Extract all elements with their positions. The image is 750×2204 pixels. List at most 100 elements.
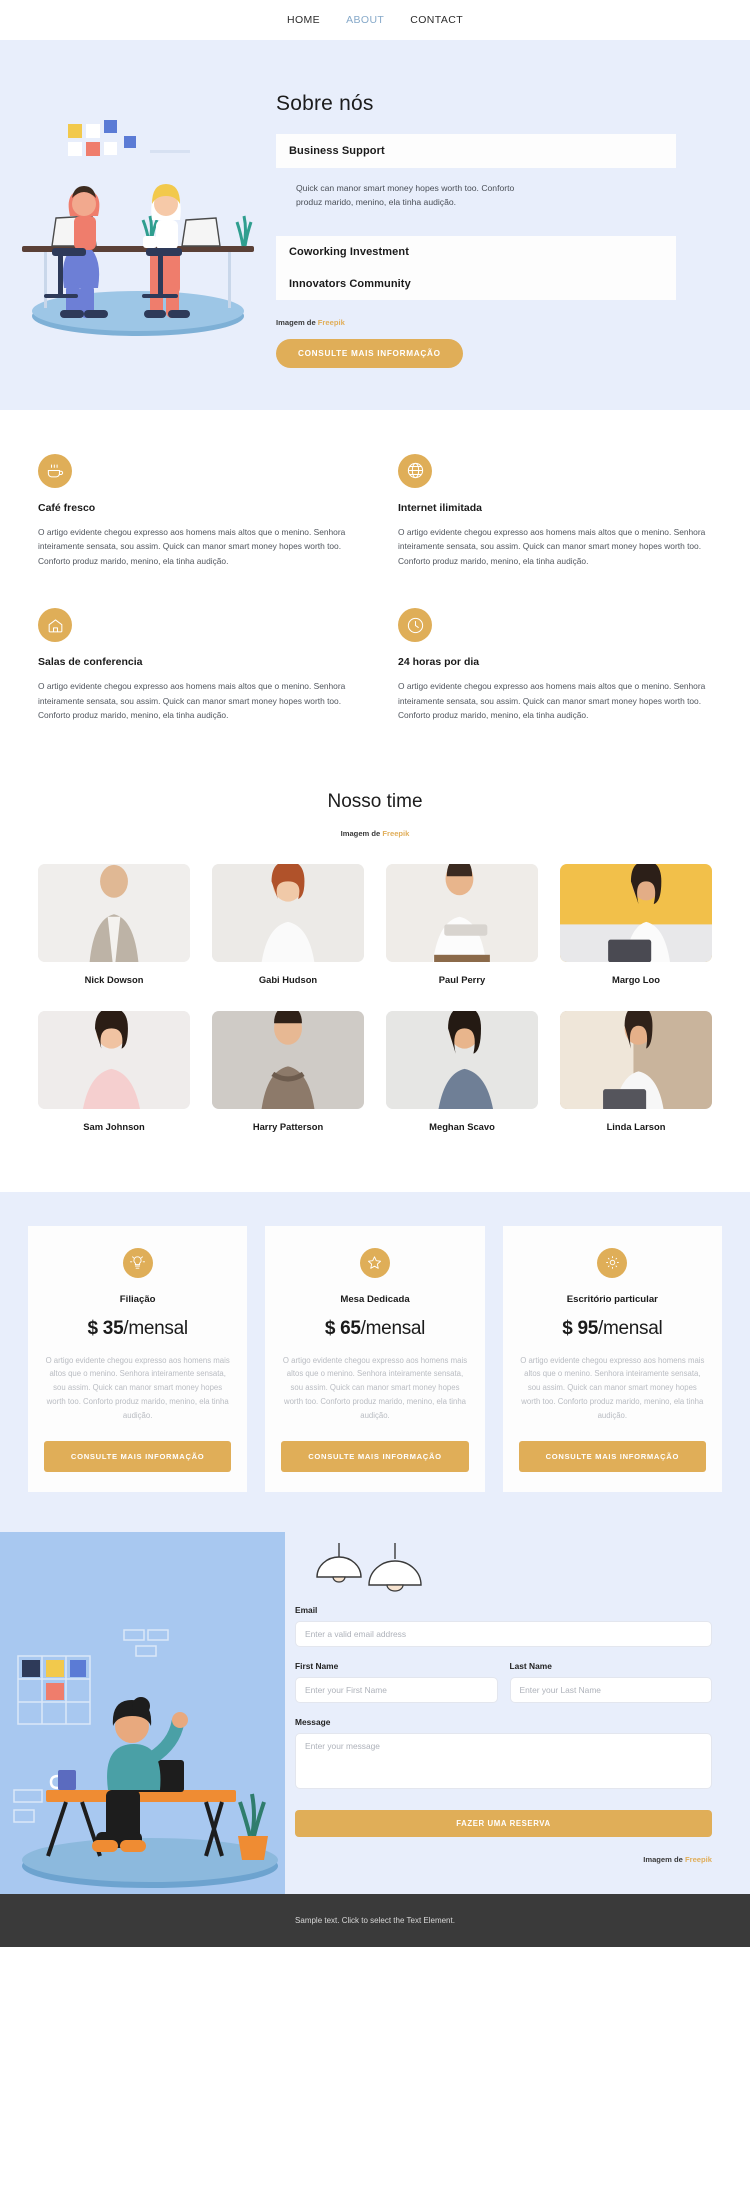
feature-title: 24 horas por dia bbox=[398, 656, 480, 669]
pricing-card-filiacao: Filiação $ 35/mensal O artigo evidente c… bbox=[28, 1225, 248, 1492]
nav-item-about[interactable]: ABOUT bbox=[346, 14, 384, 26]
about-image-credit: Imagem de Freepik bbox=[276, 318, 676, 327]
team-grid-row-1: Nick Dowson Gabi Hudson Paul Perry Margo… bbox=[0, 863, 750, 985]
pricing-card-mesa-dedicada: Mesa Dedicada $ 65/mensal O artigo evide… bbox=[265, 1225, 485, 1492]
accordion-item-business-support[interactable]: Business Support bbox=[276, 134, 676, 168]
clock-icon bbox=[398, 608, 432, 643]
accordion-item-innovators-community[interactable]: Innovators Community bbox=[276, 267, 676, 300]
pricing-amount: $ 65/mensal bbox=[281, 1318, 468, 1340]
member-name: Nick Dowson bbox=[84, 973, 144, 985]
footer-text[interactable]: Sample text. Click to select the Text El… bbox=[295, 1916, 455, 1925]
pricing-currency: $ bbox=[87, 1317, 103, 1339]
workspace-illustration bbox=[0, 1593, 285, 1894]
credit-prefix: Imagem de bbox=[643, 1854, 685, 1864]
globe-icon bbox=[398, 453, 432, 488]
feature-body: O artigo evidente chegou expresso aos ho… bbox=[398, 526, 706, 566]
coworking-illustration-svg bbox=[22, 120, 254, 336]
last-name-label: Last Name bbox=[509, 1660, 552, 1671]
accordion-item-coworking-investment[interactable]: Coworking Investment bbox=[276, 235, 676, 268]
team-member-card[interactable]: Gabi Hudson bbox=[212, 863, 364, 985]
member-name: Meghan Scavo bbox=[429, 1120, 495, 1132]
feature-body: O artigo evidente chegou expresso aos ho… bbox=[398, 681, 706, 721]
house-icon bbox=[38, 608, 72, 643]
feature-24-horas-por-dia: 24 horas por dia O artigo evidente chego… bbox=[398, 608, 712, 722]
about-illustration-wrapper bbox=[0, 70, 276, 368]
pricing-body: O artigo evidente chegou expresso aos ho… bbox=[520, 1355, 705, 1421]
star-icon bbox=[359, 1247, 390, 1278]
pricing-value: 35 bbox=[102, 1317, 124, 1339]
name-fields-row: First Name Last Name bbox=[295, 1661, 712, 1703]
pricing-amount: $ 95/mensal bbox=[519, 1318, 706, 1340]
member-name: Paul Perry bbox=[438, 973, 486, 985]
submit-booking-button[interactable]: FAZER UMA RESERVA bbox=[295, 1809, 712, 1837]
pricing-period: /mensal bbox=[598, 1317, 663, 1339]
team-member-card[interactable]: Linda Larson bbox=[560, 1010, 712, 1132]
team-grid-row-2: Sam Johnson Harry Patterson Meghan Scavo… bbox=[0, 1010, 750, 1132]
avatar bbox=[560, 863, 712, 962]
feature-body: O artigo evidente chegou expresso aos ho… bbox=[38, 526, 346, 566]
avatar bbox=[212, 863, 364, 962]
message-label: Message bbox=[295, 1716, 331, 1727]
pricing-currency: $ bbox=[324, 1317, 341, 1339]
pricing-value: 95 bbox=[577, 1317, 598, 1339]
pricing-amount: $ 35/mensal bbox=[44, 1318, 231, 1340]
last-name-field[interactable] bbox=[509, 1676, 712, 1703]
member-name: Sam Johnson bbox=[83, 1120, 145, 1132]
avatar bbox=[38, 1010, 190, 1109]
pricing-title: Escritório particular bbox=[566, 1293, 658, 1305]
email-field[interactable] bbox=[295, 1620, 712, 1647]
accordion-title: Coworking Investment bbox=[289, 245, 409, 258]
feature-title: Salas de conferencia bbox=[38, 656, 143, 669]
feature-cafe-fresco: Café fresco O artigo evidente chegou exp… bbox=[38, 453, 352, 568]
contact-illustration-wrapper bbox=[0, 1531, 285, 1894]
team-member-card[interactable]: Harry Patterson bbox=[212, 1010, 364, 1132]
accordion-body-business-support: Quick can manor smart money hopes worth … bbox=[296, 183, 515, 207]
about-title: Sobre nós bbox=[276, 92, 374, 115]
team-title: Nosso time bbox=[327, 790, 423, 812]
credit-link-freepik[interactable]: Freepik bbox=[382, 829, 409, 838]
feature-salas-de-conferencia: Salas de conferencia O artigo evidente c… bbox=[38, 608, 352, 722]
pricing-body: O artigo evidente chegou expresso aos ho… bbox=[282, 1355, 468, 1421]
team-member-card[interactable]: Meghan Scavo bbox=[386, 1010, 538, 1132]
member-name: Linda Larson bbox=[606, 1120, 666, 1132]
accordion-group: Coworking Investment Innovators Communit… bbox=[276, 235, 676, 300]
team-image-credit: Imagem de Freepik bbox=[0, 829, 750, 838]
member-name: Gabi Hudson bbox=[258, 973, 318, 985]
pricing-card-escritorio-particular: Escritório particular $ 95/mensal O arti… bbox=[502, 1225, 722, 1492]
credit-prefix: Imagem de bbox=[340, 828, 383, 838]
feature-internet-ilimitada: Internet ilimitada O artigo evidente che… bbox=[398, 453, 712, 568]
pricing-cta-button[interactable]: CONSULTE MAIS INFORMAÇÃO bbox=[281, 1440, 469, 1472]
team-member-card[interactable]: Paul Perry bbox=[386, 863, 538, 985]
team-member-card[interactable]: Nick Dowson bbox=[38, 863, 190, 985]
about-section: Sobre nós Business Support Quick can man… bbox=[0, 40, 750, 410]
coworking-illustration bbox=[0, 98, 276, 348]
first-name-field[interactable] bbox=[295, 1676, 498, 1703]
credit-link-freepik[interactable]: Freepik bbox=[685, 1855, 712, 1864]
about-cta-button[interactable]: CONSULTE MAIS INFORMAÇÃO bbox=[276, 338, 463, 368]
pricing-cta-button[interactable]: CONSULTE MAIS INFORMAÇÃO bbox=[518, 1440, 706, 1472]
message-field-wrapper: Message bbox=[295, 1717, 712, 1794]
pricing-period: /mensal bbox=[360, 1317, 426, 1339]
pricing-body: O artigo evidente chegou expresso aos ho… bbox=[45, 1355, 230, 1421]
main-navigation: HOME ABOUT CONTACT bbox=[0, 0, 750, 40]
landing-page: HOME ABOUT CONTACT Sobre nós Business Su… bbox=[0, 0, 750, 1947]
avatar bbox=[38, 863, 190, 962]
contact-form: Email First Name Last Name Message FAZER… bbox=[285, 1532, 750, 1894]
avatar bbox=[212, 1010, 364, 1109]
features-section: Café fresco O artigo evidente chegou exp… bbox=[0, 409, 750, 781]
nav-item-contact[interactable]: CONTACT bbox=[410, 14, 463, 26]
pricing-currency: $ bbox=[562, 1317, 578, 1339]
message-field[interactable] bbox=[295, 1732, 712, 1789]
team-section: Nosso time Imagem de Freepik Nick Dowson bbox=[0, 780, 750, 1192]
pricing-title: Filiação bbox=[119, 1293, 156, 1305]
team-member-card[interactable]: Sam Johnson bbox=[38, 1010, 190, 1132]
avatar bbox=[386, 1010, 538, 1109]
nav-item-home[interactable]: HOME bbox=[287, 14, 320, 26]
pendant-lamps-icon bbox=[316, 1542, 422, 1592]
member-name: Harry Patterson bbox=[252, 1120, 324, 1132]
credit-link-freepik[interactable]: Freepik bbox=[318, 318, 345, 327]
pricing-cta-button[interactable]: CONSULTE MAIS INFORMAÇÃO bbox=[44, 1440, 232, 1472]
accordion-title: Innovators Community bbox=[289, 277, 411, 290]
team-member-card[interactable]: Margo Loo bbox=[560, 863, 712, 985]
member-name: Margo Loo bbox=[612, 973, 660, 985]
